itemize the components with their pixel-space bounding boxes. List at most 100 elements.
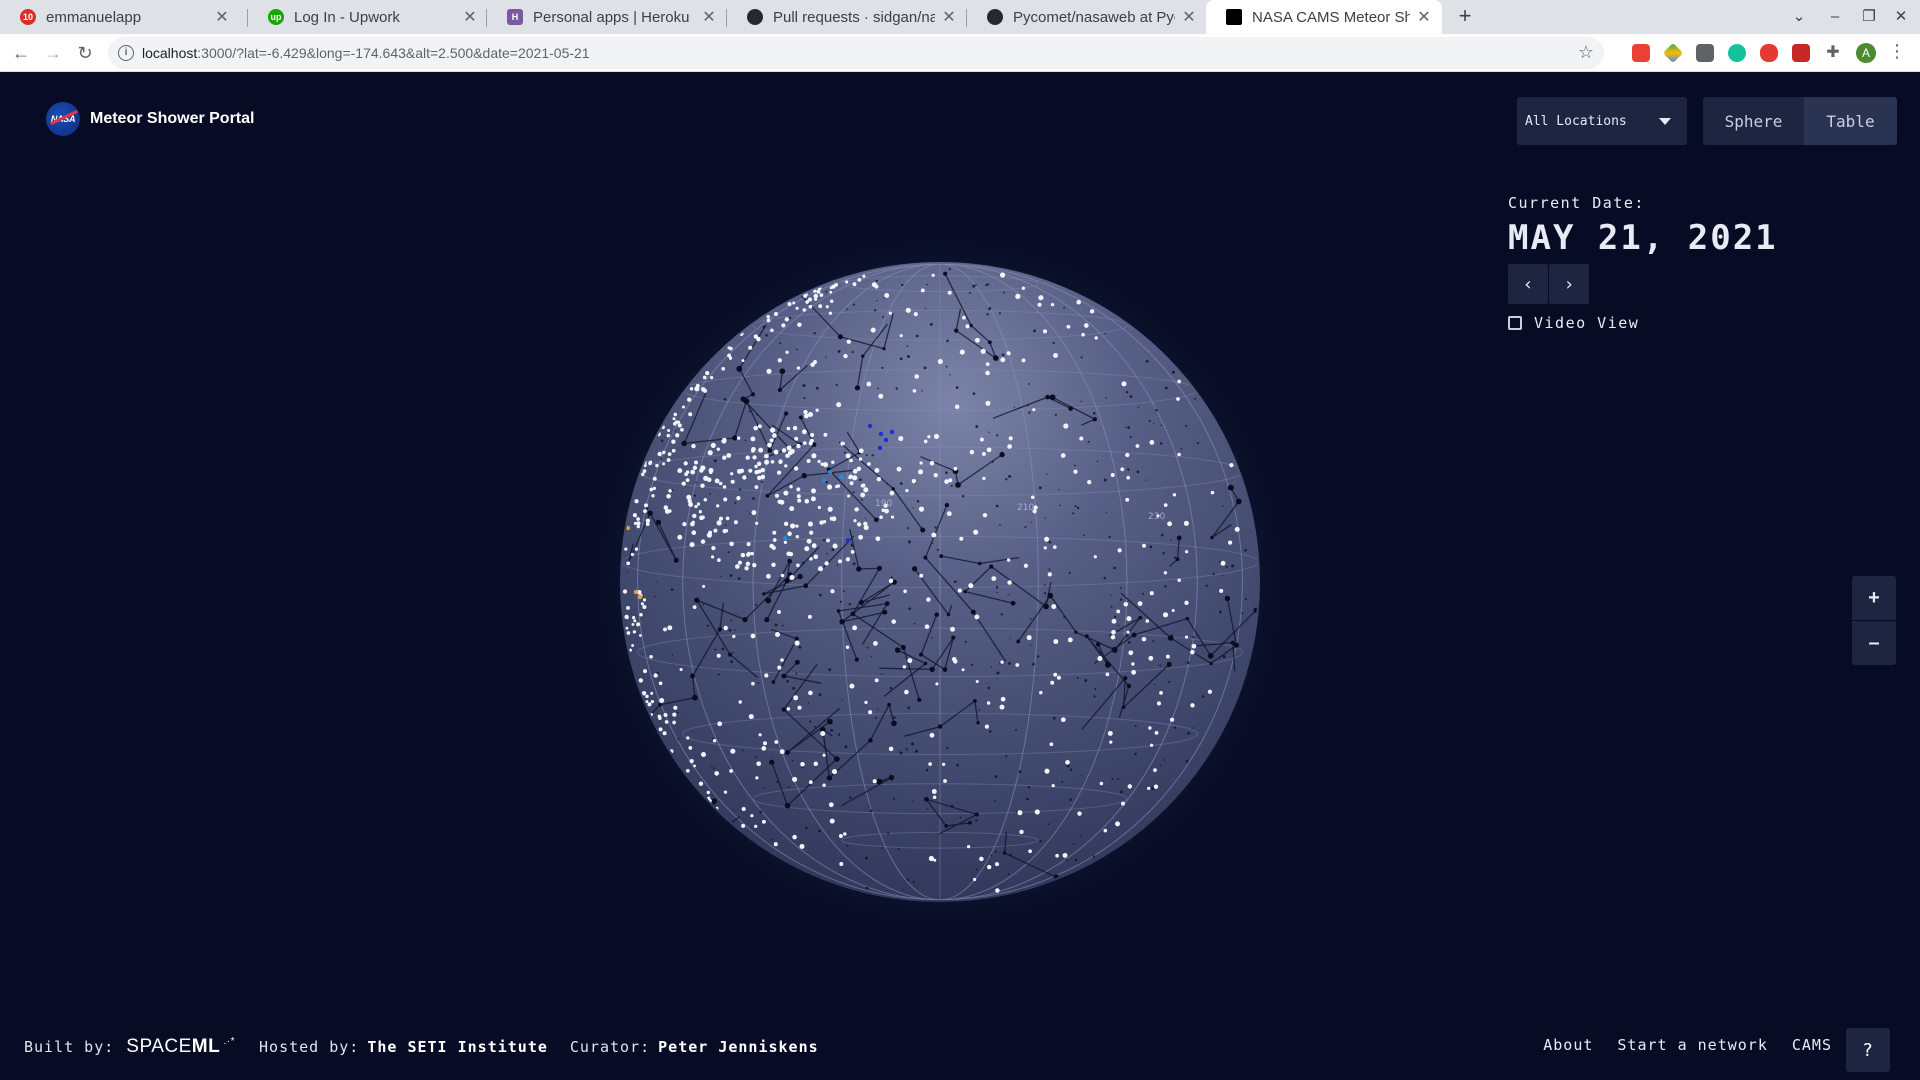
meteor-dot xyxy=(975,679,979,684)
meteor-dot xyxy=(746,551,751,556)
hosted-by-link[interactable]: The SETI Institute xyxy=(367,1038,548,1056)
tab-close-icon[interactable]: ✕ xyxy=(462,7,478,27)
meteor-dot xyxy=(836,484,841,488)
meteor-dot xyxy=(1148,655,1154,661)
star xyxy=(741,749,744,752)
star xyxy=(911,742,914,746)
browser-tab-active[interactable]: NASA CAMS Meteor Show ✕ xyxy=(1206,0,1442,34)
current-date-label: Current Date: xyxy=(1508,194,1645,212)
close-window-icon[interactable]: ✕ xyxy=(1884,0,1918,34)
constellation-star xyxy=(954,328,959,333)
cams-link[interactable]: CAMS xyxy=(1792,1036,1832,1054)
meteor-dot xyxy=(843,353,848,359)
extensions-puzzle-icon[interactable]: ✚ xyxy=(1824,44,1842,62)
about-link[interactable]: About xyxy=(1543,1036,1593,1054)
spaceml-logo[interactable]: SPACEML .·* xyxy=(126,1036,235,1058)
video-view-toggle[interactable]: Video View xyxy=(1508,314,1778,332)
constellation-star xyxy=(974,812,979,817)
video-view-checkbox[interactable] xyxy=(1508,316,1522,330)
constellation-star xyxy=(894,647,901,653)
celestial-globe[interactable]: 190 210 230 xyxy=(580,222,1300,942)
sphere-view-button[interactable]: Sphere xyxy=(1703,97,1804,145)
meteor-dot xyxy=(824,561,829,566)
browser-tab[interactable]: Pycomet/nasaweb at Pyc ✕ xyxy=(967,0,1207,34)
grammarly-extension-icon[interactable] xyxy=(1728,44,1746,62)
tab-close-icon[interactable]: ✕ xyxy=(1416,7,1432,27)
globe-canvas[interactable]: 190 210 230 xyxy=(580,222,1300,942)
meteor-dot xyxy=(1000,660,1004,664)
start-network-link[interactable]: Start a network xyxy=(1617,1036,1767,1054)
meteor-dot xyxy=(773,842,778,847)
site-info-icon[interactable]: i xyxy=(118,45,134,61)
tab-close-icon[interactable]: ✕ xyxy=(941,7,957,27)
constellation-star xyxy=(1123,676,1128,681)
browser-tab[interactable]: H Personal apps | Heroku ✕ xyxy=(487,0,727,34)
profile-avatar[interactable]: A xyxy=(1856,43,1876,63)
tab-close-icon[interactable]: ✕ xyxy=(1181,7,1197,27)
meteor-dot xyxy=(1121,801,1125,806)
star xyxy=(1103,576,1107,580)
extension-icon[interactable] xyxy=(1792,44,1810,62)
meteor-dot xyxy=(672,417,676,421)
constellation-star xyxy=(690,673,696,679)
tab-close-icon[interactable]: ✕ xyxy=(214,7,230,27)
star xyxy=(730,660,734,664)
extension-icon[interactable] xyxy=(1696,44,1714,62)
meteor-dot xyxy=(797,498,802,503)
star xyxy=(1053,716,1056,720)
star xyxy=(1005,478,1008,481)
meteor-dot xyxy=(632,513,637,518)
address-url[interactable]: localhost:3000/?lat=-6.429&long=-174.643… xyxy=(142,45,590,61)
meteor-dot xyxy=(710,555,715,559)
star xyxy=(1168,680,1171,683)
meteor-dot xyxy=(912,389,917,393)
previous-date-button[interactable]: ‹ xyxy=(1508,264,1548,304)
star xyxy=(818,593,822,597)
forward-icon[interactable]: → xyxy=(40,40,66,66)
next-date-button[interactable]: › xyxy=(1549,264,1589,304)
browser-tab[interactable]: up Log In - Upwork ✕ xyxy=(248,0,488,34)
star xyxy=(761,480,764,483)
restore-icon[interactable]: ❐ xyxy=(1852,0,1886,34)
constellation-star xyxy=(1185,616,1190,621)
meteor-dot xyxy=(794,640,800,646)
browser-tab[interactable]: Pull requests · sidgan/nas ✕ xyxy=(727,0,967,34)
star xyxy=(1162,552,1165,555)
location-select[interactable]: All Locations xyxy=(1517,97,1687,145)
meteor-dot xyxy=(874,284,879,289)
meteor-dot xyxy=(740,552,746,558)
new-tab-plus-icon[interactable]: + xyxy=(1452,4,1478,30)
help-button[interactable]: ? xyxy=(1846,1028,1890,1072)
meteor-dot xyxy=(1110,472,1115,478)
zoom-in-button[interactable]: + xyxy=(1852,576,1896,620)
star xyxy=(871,454,874,457)
meteor-dot xyxy=(789,485,793,489)
site-logo[interactable]: NASA Meteor Shower Portal xyxy=(46,102,254,136)
extension-icon[interactable] xyxy=(1632,44,1650,62)
meteor-dot xyxy=(775,632,780,637)
star xyxy=(1160,533,1164,537)
browser-menu-icon[interactable]: ⋮ xyxy=(1888,41,1906,62)
meteor-dot xyxy=(679,667,683,672)
extension-icon[interactable] xyxy=(1760,44,1778,62)
meteor-dot xyxy=(745,561,751,566)
browser-tab[interactable]: 10 emmanuelapp ✕ xyxy=(0,0,240,34)
tab-search-icon[interactable]: ⌄ xyxy=(1782,0,1816,34)
zoom-out-button[interactable]: – xyxy=(1852,621,1896,665)
bookmark-star-icon[interactable]: ☆ xyxy=(1578,42,1594,63)
address-bar[interactable]: i localhost:3000/?lat=-6.429&long=-174.6… xyxy=(108,37,1604,69)
star xyxy=(932,542,934,545)
star xyxy=(852,303,855,306)
minimize-icon[interactable]: – xyxy=(1818,0,1852,34)
curator-link[interactable]: Peter Jenniskens xyxy=(658,1038,819,1056)
meteor-dot xyxy=(1169,717,1175,722)
table-view-button[interactable]: Table xyxy=(1804,97,1897,145)
meteor-dot xyxy=(751,510,757,516)
reload-icon[interactable]: ↻ xyxy=(72,40,98,66)
meteor-dot xyxy=(1053,353,1058,358)
back-icon[interactable]: ← xyxy=(8,40,34,66)
meteor-dot xyxy=(1149,591,1154,596)
star xyxy=(964,640,967,643)
drive-extension-icon[interactable] xyxy=(1662,42,1684,64)
tab-close-icon[interactable]: ✕ xyxy=(701,7,717,27)
